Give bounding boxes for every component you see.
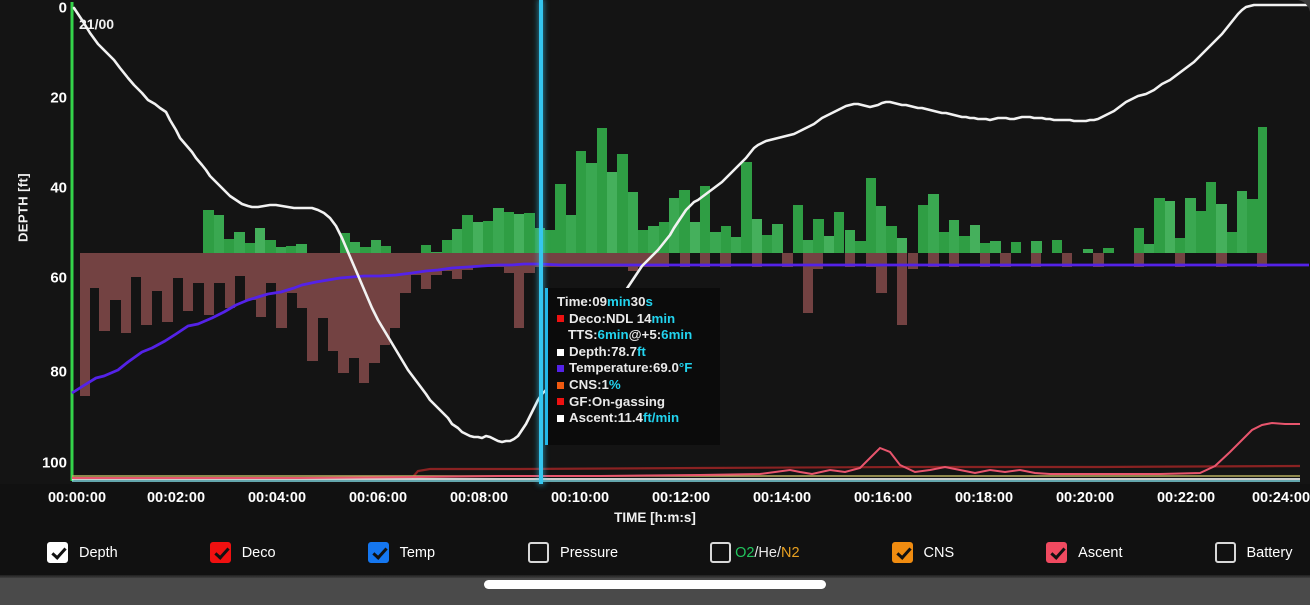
legend-item-pressure[interactable]: Pressure — [528, 542, 618, 563]
tooltip-row-depth: Depth: 78.7 ft — [557, 344, 712, 361]
tooltip-row-deco: Deco: NDL 14 min — [557, 311, 712, 328]
tooltip-row-time: Time: 09 min 30 s — [557, 294, 712, 311]
cns-swatch-icon — [557, 381, 564, 389]
tooltip-gf-label: GF: — [569, 393, 592, 409]
ascent-swatch-icon — [557, 414, 564, 422]
home-indicator[interactable] — [484, 580, 826, 589]
tooltip-temp-unit: °F — [678, 360, 693, 376]
legend-item-battery[interactable]: Battery — [1214, 542, 1293, 563]
ascent-checkbox-icon[interactable] — [1046, 542, 1068, 563]
tooltip-deco-unit: min — [651, 310, 676, 326]
legend-label-o2: O2 — [735, 544, 755, 561]
legend-label-n2: N2 — [781, 544, 800, 561]
pressure-checkbox-icon[interactable] — [528, 542, 550, 563]
legend-label-cns: CNS — [923, 544, 955, 561]
tooltip-tts-mid: @+5: — [628, 327, 662, 343]
tooltip-deco-value: NDL 14 — [605, 310, 652, 326]
legend-label-he: /He/ — [754, 544, 781, 561]
depth-checkbox-icon[interactable] — [47, 542, 68, 563]
legend-item-depth[interactable]: Depth — [47, 542, 118, 563]
legend-label-ascent: Ascent — [1078, 544, 1123, 561]
battery-checkbox-icon[interactable] — [1214, 542, 1236, 563]
legend-item-gas-mix[interactable]: O2/He/N2 — [710, 542, 800, 563]
deco-checkbox-icon[interactable] — [209, 542, 231, 563]
tooltip-tts-unit2: min — [668, 327, 693, 343]
tooltip-temp-label: Temperature: — [569, 360, 653, 376]
legend-item-deco[interactable]: Deco — [209, 542, 276, 563]
legend-label-battery: Battery — [1246, 544, 1293, 561]
legend-label-deco: Deco — [241, 544, 276, 561]
gas-mix-checkbox-icon[interactable] — [710, 542, 732, 563]
legend-item-ascent[interactable]: Ascent — [1046, 542, 1123, 563]
cursor-line[interactable] — [539, 0, 543, 484]
chart-window: DEPTH [ft] TIME [h:m:s] 0 20 40 60 80 10… — [0, 0, 1310, 575]
tooltip-tts-unit: min — [604, 327, 629, 343]
series-legend: Depth Deco Temp Pressure O2/He/N2 CNS As… — [0, 530, 1310, 575]
tooltip-deco-label: Deco: — [569, 310, 606, 326]
tooltip-cns-unit: % — [608, 376, 621, 392]
tooltip-row-cns: CNS: 1% — [557, 377, 712, 394]
tooltip-tts-label: TTS: — [568, 327, 598, 343]
tooltip-tts-value: 6 — [597, 327, 605, 343]
datapoint-tooltip: Time: 09 min 30 s Deco: NDL 14 min TTS: 6 mi… — [545, 288, 720, 445]
tooltip-row-ascent: Ascent: 11.4 ft/min — [557, 410, 712, 427]
tooltip-temp-value: 69.0 — [653, 360, 679, 376]
tooltip-ascent-label: Ascent: — [569, 410, 618, 426]
x-tick-12: 00:24:00 — [1251, 490, 1310, 506]
o2-bars — [203, 127, 1267, 253]
cns-checkbox-icon[interactable] — [891, 542, 913, 563]
tooltip-time-label: Time: — [557, 294, 593, 309]
tooltip-time-unit2: s — [645, 294, 653, 309]
tooltip-row-gf: GF: On-gassing — [557, 394, 712, 411]
dive-log-chart-screen: DEPTH [ft] TIME [h:m:s] 0 20 40 60 80 10… — [0, 0, 1310, 605]
tooltip-gf-value: On-gassing — [591, 393, 666, 409]
legend-item-temp[interactable]: Temp — [367, 542, 436, 563]
tooltip-time-seconds: 30 — [630, 294, 646, 309]
legend-label-temp: Temp — [399, 544, 436, 561]
legend-label-gas-mix: O2/He/N2 — [735, 545, 799, 561]
depth-swatch-icon — [557, 348, 564, 356]
gf-swatch-icon — [557, 398, 564, 406]
tooltip-ascent-unit: ft/min — [642, 410, 680, 426]
temperature-swatch-icon — [557, 365, 564, 373]
bottom-bar-shadow — [0, 575, 1310, 578]
tooltip-row-temperature: Temperature: 69.0 °F — [557, 360, 712, 377]
temp-checkbox-icon[interactable] — [367, 542, 389, 563]
tooltip-depth-unit: ft — [637, 343, 646, 359]
tooltip-cns-label: CNS: — [569, 376, 602, 392]
tooltip-depth-label: Depth: — [569, 343, 612, 359]
legend-label-pressure: Pressure — [560, 544, 619, 561]
deco-swatch-icon — [557, 315, 564, 323]
tooltip-tts-value2: 6 — [661, 327, 669, 343]
x-axis-title: TIME [h:m:s] — [614, 510, 696, 525]
tooltip-cns-value: 1 — [601, 376, 609, 392]
tooltip-ascent-value: 11.4 — [617, 410, 643, 426]
tooltip-time-value: 09 — [592, 294, 608, 309]
tooltip-depth-value: 78.7 — [611, 343, 637, 359]
tooltip-row-tts: TTS: 6 min @+5: 6 min — [557, 327, 712, 344]
legend-label-depth: Depth — [79, 544, 118, 561]
legend-item-cns[interactable]: CNS — [891, 542, 955, 563]
tooltip-time-unit: min — [607, 294, 631, 309]
